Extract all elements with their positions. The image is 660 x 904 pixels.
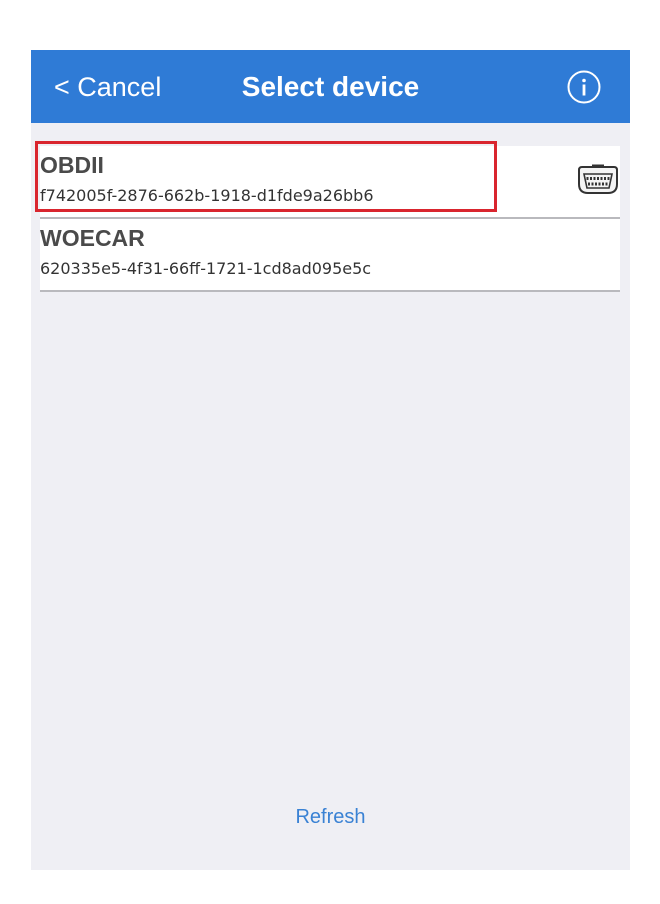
device-id: f742005f-2876-662b-1918-d1fde9a26bb6 bbox=[40, 186, 374, 205]
refresh-row: Refresh bbox=[31, 805, 630, 829]
refresh-button[interactable]: Refresh bbox=[295, 806, 365, 828]
device-row-woecar[interactable]: WOECAR 620335e5-4f31-66ff-1721-1cd8ad095… bbox=[40, 219, 620, 292]
info-circle-icon[interactable] bbox=[567, 70, 601, 104]
obd-connector-icon bbox=[578, 164, 618, 194]
select-device-screen: < Cancel Select device OBDII f742005f-28… bbox=[31, 50, 630, 870]
cancel-button[interactable]: < Cancel bbox=[54, 72, 161, 102]
device-name: OBDII bbox=[40, 152, 104, 178]
device-list: OBDII f742005f-2876-662b-1918-d1fde9a26b… bbox=[40, 146, 620, 292]
device-row-obdii[interactable]: OBDII f742005f-2876-662b-1918-d1fde9a26b… bbox=[40, 146, 620, 219]
navigation-bar: < Cancel Select device bbox=[31, 50, 630, 123]
device-name: WOECAR bbox=[40, 225, 145, 251]
device-id: 620335e5-4f31-66ff-1721-1cd8ad095e5c bbox=[40, 259, 372, 278]
